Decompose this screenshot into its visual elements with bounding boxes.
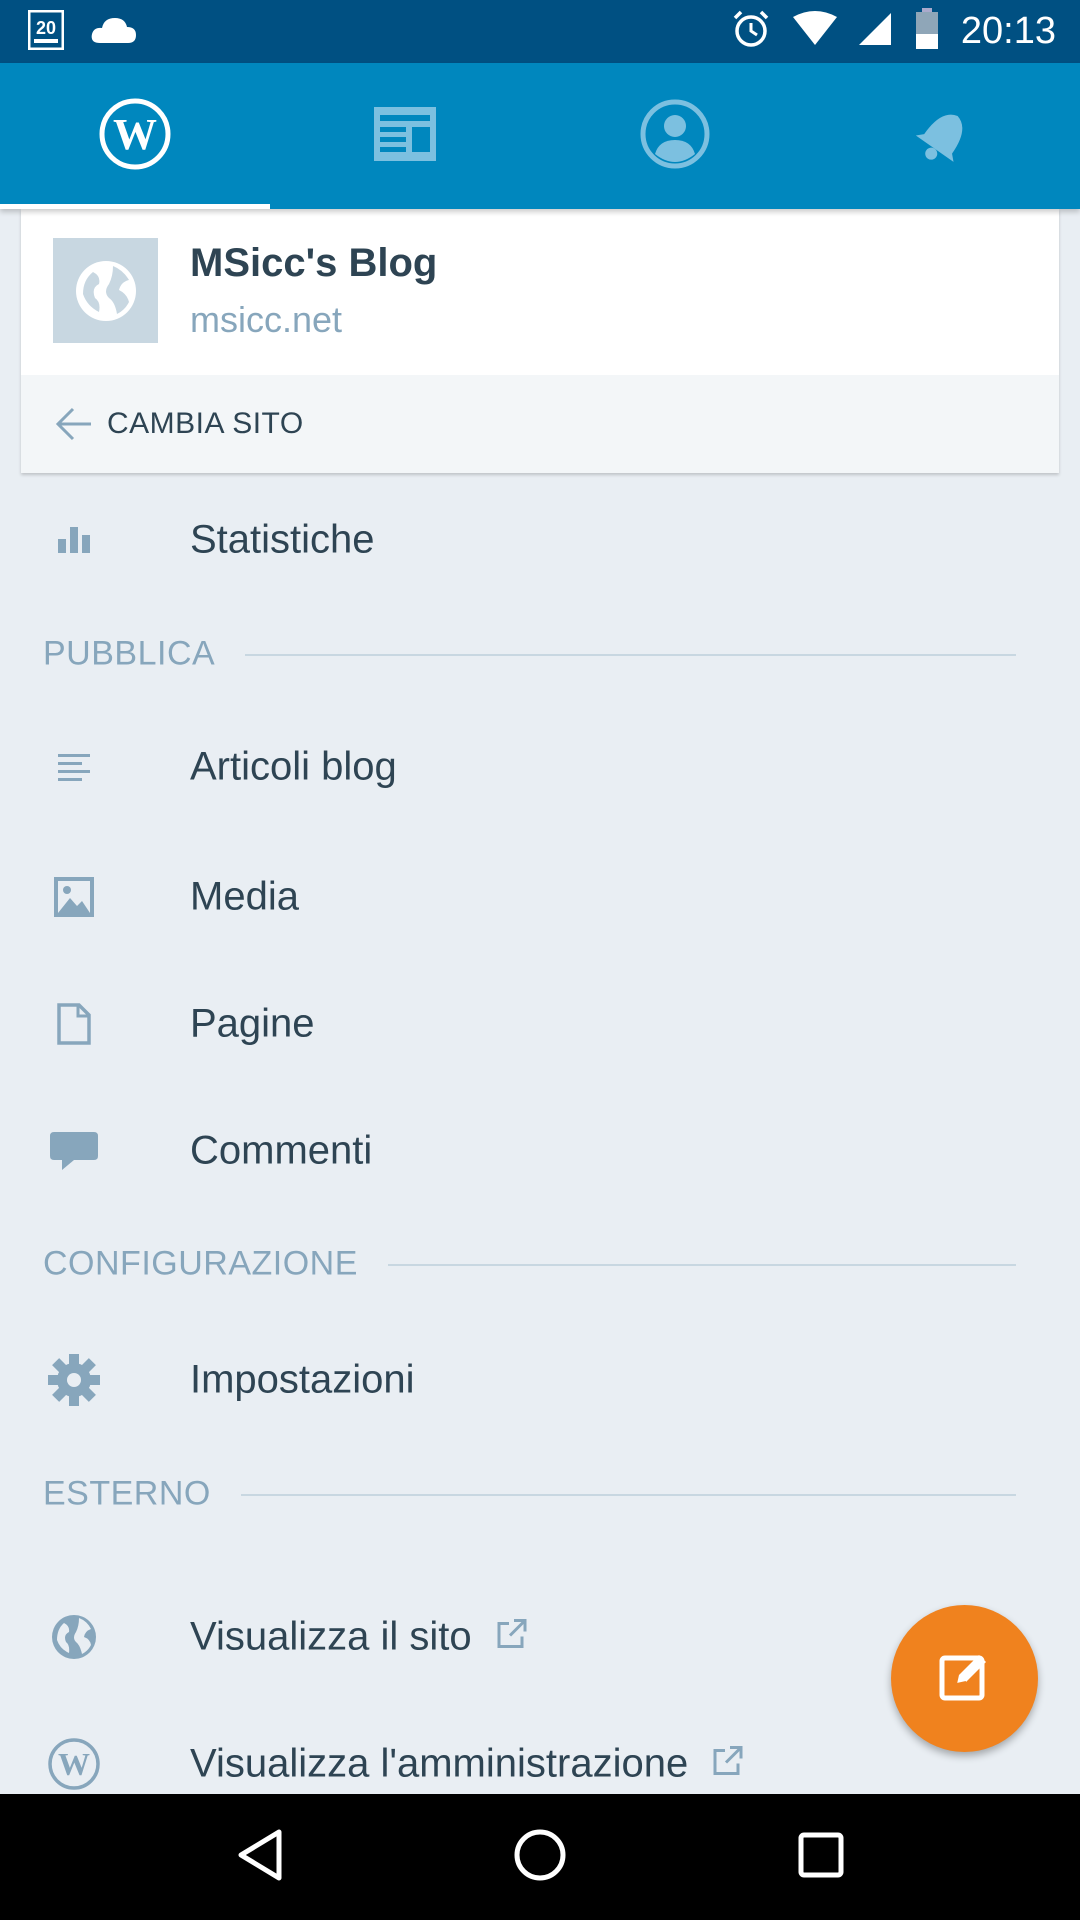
menu-item-label: Visualizza l'amministrazione <box>190 1741 689 1786</box>
wifi-icon <box>792 11 837 52</box>
site-icon <box>53 238 158 343</box>
stats-icon <box>46 512 102 568</box>
arrow-left-icon <box>55 405 93 448</box>
section-header-publish: PUBBLICA <box>0 624 1080 684</box>
reader-icon <box>372 105 438 168</box>
section-header-external: ESTERNO <box>0 1464 1080 1524</box>
menu-item-pages[interactable]: Pagine <box>0 969 1080 1079</box>
home-icon[interactable] <box>512 1827 568 1888</box>
edit-icon <box>939 1650 991 1707</box>
tab-my-site[interactable]: W <box>0 63 270 209</box>
clock-time: 20:13 <box>960 10 1056 52</box>
news-20minuten-icon: 20 <box>27 9 65 55</box>
tab-reader[interactable] <box>270 63 540 209</box>
site-card: MSicc's Blog msicc.net CAMBIA SITO <box>21 209 1059 473</box>
battery-icon <box>915 8 939 55</box>
back-icon[interactable] <box>235 1828 283 1887</box>
menu-item-posts[interactable]: Articoli blog <box>0 712 1080 822</box>
svg-text:20: 20 <box>36 18 56 38</box>
globe-icon <box>46 1609 102 1665</box>
section-title: CONFIGURAZIONE <box>43 1244 388 1284</box>
alarm-icon <box>731 9 771 54</box>
menu-item-text: Visualizza l'amministrazione <box>190 1742 744 1787</box>
menu-item-comments[interactable]: Commenti <box>0 1096 1080 1206</box>
profile-icon <box>639 98 711 175</box>
menu-item-stats[interactable]: Statistiche <box>0 485 1080 595</box>
section-title: ESTERNO <box>43 1474 241 1514</box>
switch-site-label: CAMBIA SITO <box>107 407 304 440</box>
bell-icon <box>910 102 980 171</box>
wordpress-icon: W <box>46 1736 102 1792</box>
page-icon <box>46 996 102 1052</box>
cloud-icon <box>90 15 138 50</box>
wordpress-icon: W <box>98 97 172 176</box>
menu-item-settings[interactable]: Impostazioni <box>0 1325 1080 1435</box>
status-bar: 20 20:13 <box>0 0 1080 63</box>
svg-text:W: W <box>58 1746 90 1782</box>
recents-icon[interactable] <box>797 1831 845 1884</box>
svg-text:W: W <box>113 110 157 159</box>
site-header[interactable]: MSicc's Blog msicc.net <box>21 209 1059 375</box>
site-url: msicc.net <box>190 299 343 340</box>
tab-notifications[interactable] <box>810 63 1080 209</box>
image-icon <box>46 869 102 925</box>
menu-item-label: Impostazioni <box>190 1357 415 1402</box>
posts-icon <box>46 739 102 795</box>
site-title: MSicc's Blog <box>190 241 438 285</box>
gear-icon <box>46 1352 102 1408</box>
signal-icon <box>858 11 893 52</box>
menu-item-label: Visualizza il sito <box>190 1614 472 1659</box>
external-link-icon <box>712 1742 744 1787</box>
menu-item-label: Pagine <box>190 1001 315 1046</box>
menu-item-label: Media <box>190 874 299 919</box>
menu-item-label: Statistiche <box>190 517 375 562</box>
section-title: PUBBLICA <box>43 634 246 674</box>
menu-item-label: Commenti <box>190 1128 373 1173</box>
main-tab-bar: W <box>0 63 1080 209</box>
switch-site-button[interactable]: CAMBIA SITO <box>21 375 1059 473</box>
comment-icon <box>46 1123 102 1179</box>
menu-item-label: Articoli blog <box>190 744 397 789</box>
system-nav-bar <box>0 1794 1080 1920</box>
menu-item-text: Visualizza il sito <box>190 1615 528 1660</box>
new-post-fab[interactable] <box>891 1605 1038 1752</box>
section-header-config: CONFIGURAZIONE <box>0 1234 1080 1294</box>
external-link-icon <box>496 1615 528 1660</box>
tab-me[interactable] <box>540 63 810 209</box>
globe-icon <box>75 260 136 321</box>
menu-item-media[interactable]: Media <box>0 842 1080 952</box>
